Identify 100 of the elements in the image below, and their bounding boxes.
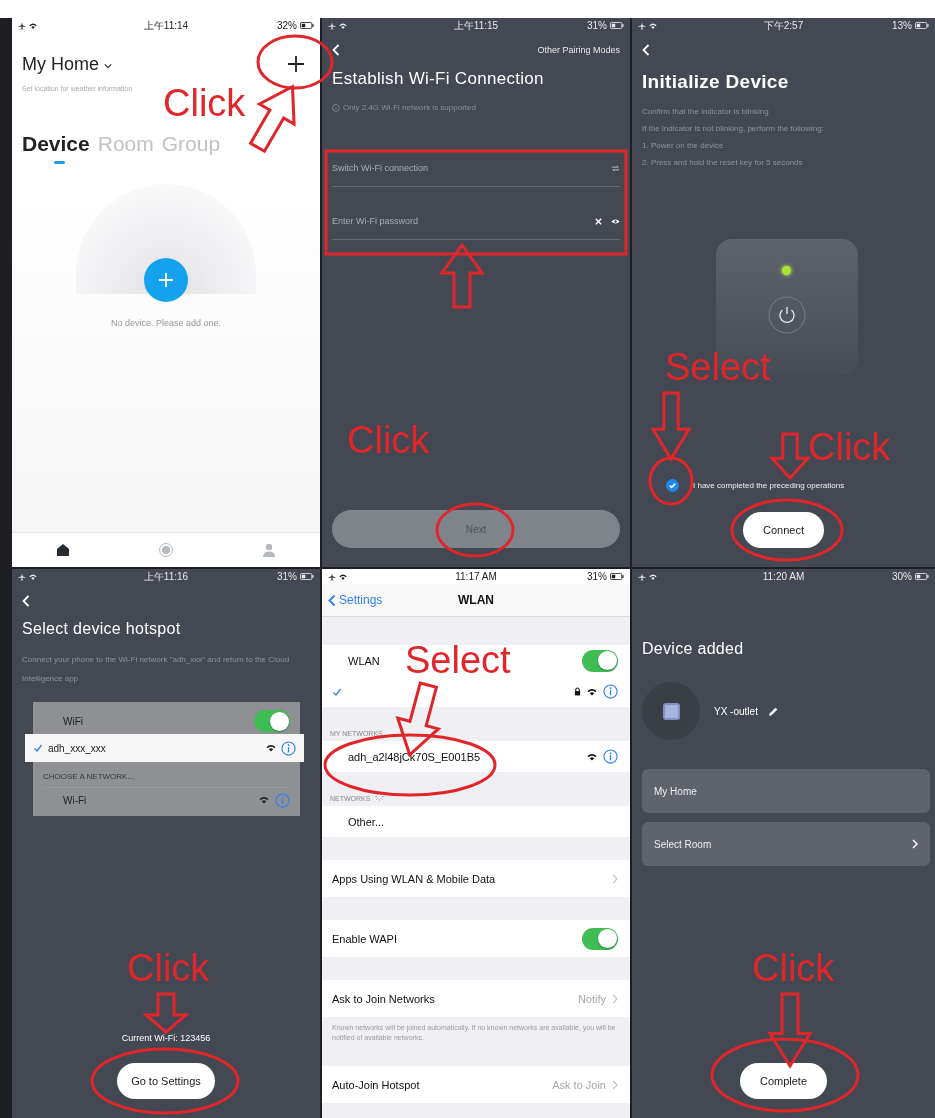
- back-icon[interactable]: [642, 44, 650, 56]
- callout-label: Select: [665, 348, 771, 386]
- eye-icon[interactable]: [611, 216, 620, 226]
- go-to-settings-button[interactable]: Go to Settings: [117, 1063, 215, 1099]
- setting-value: Ask to Join: [552, 1078, 606, 1091]
- info-icon[interactable]: [281, 740, 296, 756]
- chevron-right-icon: [912, 839, 918, 849]
- check-icon: [332, 686, 342, 697]
- section-header: CHOOSE A NETWORK...: [43, 772, 136, 781]
- page-title: Device added: [642, 640, 745, 658]
- status-time: 上午11:14: [143, 18, 189, 33]
- info-icon[interactable]: [603, 749, 618, 764]
- callout-arrow: [439, 242, 485, 309]
- battery-percent: 32%: [276, 20, 297, 31]
- add-icon[interactable]: [286, 54, 306, 74]
- callout-label: Click: [808, 428, 891, 466]
- wifi-icon: [587, 686, 597, 697]
- home-selector[interactable]: My Home: [22, 53, 99, 75]
- pencil-icon[interactable]: [767, 705, 779, 717]
- toggle-switch[interactable]: [582, 927, 618, 950]
- wifi-icon: [29, 572, 37, 581]
- callout-arrow: [248, 84, 296, 154]
- wifi-icon: [587, 751, 597, 762]
- instruction-text: Confirm that the indicator is blinking: [642, 107, 770, 116]
- home-icon[interactable]: [55, 542, 72, 558]
- info-icon: [332, 103, 340, 112]
- battery-percent: 30%: [891, 571, 912, 582]
- settings-back-link[interactable]: Settings: [328, 593, 383, 607]
- checkbox-label: I have completed the preceding operations: [693, 481, 845, 490]
- info-icon[interactable]: [603, 684, 618, 699]
- form-row[interactable]: My Home: [642, 769, 930, 813]
- battery-icon: [915, 573, 929, 580]
- profile-icon[interactable]: [260, 542, 277, 558]
- network-name: Wi-Fi: [63, 794, 87, 806]
- status-time: 11:17 AM: [455, 571, 497, 582]
- lock-icon: [574, 687, 581, 696]
- wifi-label: WiFi: [63, 715, 83, 727]
- status-time: 上午11:15: [453, 18, 499, 33]
- row-label: Select Room: [654, 838, 712, 850]
- setting-label: Auto-Join Hotspot: [332, 1078, 420, 1091]
- row-label: My Home: [654, 785, 697, 797]
- network-row[interactable]: adh_xxx_xxx: [25, 734, 304, 762]
- callout-label: Select: [405, 641, 511, 679]
- battery-percent: 31%: [586, 571, 607, 582]
- callout-arrow: [650, 391, 692, 462]
- back-icon[interactable]: [332, 44, 340, 56]
- battery-icon: [610, 573, 624, 580]
- instruction-text: 1. Power on the device: [642, 141, 725, 150]
- target-icon[interactable]: [158, 542, 174, 558]
- page-title: Initialize Device: [642, 71, 790, 93]
- callout-label: Click: [163, 84, 246, 122]
- status-time: 上午11:16: [143, 569, 189, 584]
- network-name: adh_xxx_xxx: [48, 742, 107, 754]
- wlan-label: WLAN: [347, 654, 380, 667]
- device-name: YX -outlet: [714, 705, 758, 717]
- battery-icon: [610, 22, 624, 29]
- wifi-icon: [649, 572, 657, 581]
- wifi-icon: [259, 795, 269, 805]
- battery-icon: [915, 22, 929, 29]
- battery-percent: 31%: [586, 20, 607, 31]
- connect-button[interactable]: Connect: [743, 512, 824, 548]
- setting-label: Enable WAPI: [332, 932, 397, 945]
- wifi-icon: [29, 21, 37, 30]
- callout-arrow: [768, 432, 812, 481]
- callout-label: Click: [347, 421, 430, 459]
- callout-label: Click: [752, 949, 835, 987]
- status-time: 下午2:57: [763, 18, 804, 33]
- check-icon: [667, 480, 678, 491]
- password-field[interactable]: Enter Wi-Fi password: [332, 211, 586, 231]
- callout-label: Click: [127, 949, 210, 987]
- swap-icon[interactable]: [611, 163, 620, 173]
- battery-percent: 13%: [892, 20, 912, 31]
- clear-icon[interactable]: [594, 216, 603, 226]
- other-pairing-link[interactable]: Other Pairing Modes: [537, 45, 620, 55]
- wifi-icon: [266, 743, 276, 753]
- wifi-network-field[interactable]: Switch Wi-Fi connection: [332, 158, 603, 178]
- battery-icon: [300, 22, 314, 29]
- other-network-item[interactable]: Other...: [332, 815, 385, 828]
- back-icon: [328, 593, 336, 607]
- current-wifi-text: Current Wi-Fi: 123456: [121, 1033, 211, 1043]
- wifi-icon: [649, 21, 657, 30]
- highlight-ellipse: [648, 456, 694, 506]
- status-time: 11:20 AM: [762, 571, 805, 582]
- empty-message: No device. Please add one.: [110, 318, 222, 328]
- setting-value: Notify: [577, 992, 606, 1005]
- back-icon[interactable]: [22, 595, 30, 607]
- complete-button[interactable]: Complete: [739, 1063, 828, 1099]
- setting-label: Apps Using WLAN & Mobile Data: [332, 872, 496, 885]
- nav-title: WLAN: [458, 593, 494, 607]
- checkbox[interactable]: [666, 479, 679, 492]
- page-title: Establish Wi-Fi Connection: [332, 69, 545, 89]
- tab[interactable]: Device: [22, 132, 90, 164]
- toggle-switch[interactable]: [254, 710, 290, 732]
- battery-percent: 31%: [276, 571, 297, 582]
- form-row[interactable]: Select Room: [642, 822, 930, 866]
- wifi-icon: [339, 572, 347, 581]
- callout-arrow: [141, 992, 191, 1034]
- page-title: Select device hotspot: [22, 620, 182, 638]
- chevron-down-icon[interactable]: [104, 62, 112, 69]
- toggle-switch[interactable]: [582, 649, 618, 672]
